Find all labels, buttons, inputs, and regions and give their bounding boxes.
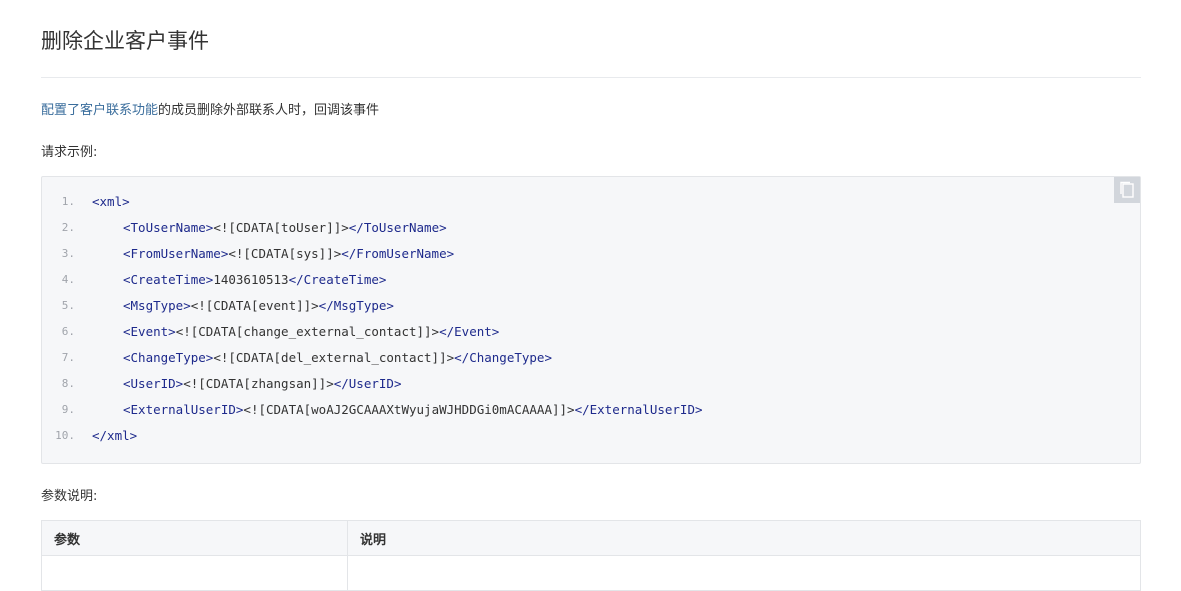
xml-close-tag: </MsgType>	[318, 298, 394, 313]
code-line: 7. <ChangeType><![CDATA[del_external_cont…	[42, 345, 1140, 371]
line-number: 4.	[61, 273, 75, 286]
code-lines: 1. <xml> 2. <ToUserName><![CDATA[toUser]]><…	[42, 189, 1140, 449]
xml-open-tag: <xml>	[92, 194, 130, 209]
xml-close-tag: </ChangeType>	[454, 350, 552, 365]
code-block: 1. <xml> 2. <ToUserName><![CDATA[toUser]]><…	[41, 176, 1141, 464]
xml-value: <![CDATA[toUser]]>	[213, 220, 349, 235]
line-number: 10.	[55, 429, 75, 442]
code-text: <Event><![CDATA[change_external_contact]…	[123, 319, 499, 345]
xml-open-tag: <Event>	[123, 324, 176, 339]
xml-value: <![CDATA[event]]>	[190, 298, 319, 313]
xml-close-tag: </CreateTime>	[288, 272, 387, 287]
code-text: <UserID><![CDATA[zhangsan]]></UserID>	[123, 371, 401, 397]
xml-close-tag: </UserID>	[333, 376, 402, 391]
xml-open-tag: </xml>	[92, 428, 138, 443]
params-label: 参数说明:	[41, 489, 98, 504]
code-text: <MsgType><![CDATA[event]]></MsgType>	[123, 293, 394, 319]
line-number: 1.	[61, 195, 75, 208]
table-cell	[41, 555, 348, 591]
code-line: 4. <CreateTime>1403610513</CreateTime>	[42, 267, 1140, 293]
xml-open-tag: <ChangeType>	[123, 350, 214, 365]
line-number: 2.	[61, 221, 75, 234]
code-line: 3. <FromUserName><![CDATA[sys]]></FromUse…	[42, 241, 1140, 267]
code-line: 8. <UserID><![CDATA[zhangsan]]></UserID>	[42, 371, 1140, 397]
code-line: 1. <xml>	[42, 189, 1140, 215]
table-header-row: 参数 说明	[41, 520, 1141, 556]
code-text: <ChangeType><![CDATA[del_external_contac…	[123, 345, 552, 371]
code-text: <ExternalUserID><![CDATA[woAJ2GCAAAXtWyu…	[123, 397, 703, 423]
line-number: 3.	[61, 247, 75, 260]
table-cell	[347, 555, 1141, 591]
line-number: 7.	[61, 351, 75, 364]
table-row	[41, 555, 1141, 591]
xml-open-tag: <UserID>	[123, 376, 184, 391]
xml-close-tag: </ToUserName>	[348, 220, 447, 235]
title-divider	[41, 77, 1141, 78]
xml-value: <![CDATA[zhangsan]]>	[183, 376, 334, 391]
xml-close-tag: </FromUserName>	[341, 246, 455, 261]
code-text: <CreateTime>1403610513</CreateTime>	[123, 267, 386, 293]
xml-value: <![CDATA[del_external_contact]]>	[213, 350, 455, 365]
params-table: 参数 说明	[41, 520, 1141, 591]
xml-value: 1403610513	[213, 272, 289, 287]
xml-value: <![CDATA[sys]]>	[228, 246, 342, 261]
code-line: 6. <Event><![CDATA[change_external_contac…	[42, 319, 1140, 345]
xml-open-tag: <ToUserName>	[123, 220, 214, 235]
code-text: <ToUserName><![CDATA[toUser]]></ToUserNa…	[123, 215, 447, 241]
xml-open-tag: <MsgType>	[123, 298, 191, 313]
customer-contact-link[interactable]: 配置了客户联系功能	[41, 103, 158, 118]
code-line: 5. <MsgType><![CDATA[event]]></MsgType>	[42, 293, 1140, 319]
code-line: 10. </xml>	[42, 423, 1140, 449]
line-number: 9.	[61, 403, 75, 416]
line-number: 8.	[61, 377, 75, 390]
code-text: <xml>	[92, 189, 130, 215]
xml-close-tag: </Event>	[439, 324, 500, 339]
code-line: 2. <ToUserName><![CDATA[toUser]]></ToUser…	[42, 215, 1140, 241]
line-number: 5.	[61, 299, 75, 312]
table-header-param: 参数	[41, 520, 348, 556]
code-text: <FromUserName><![CDATA[sys]]></FromUserN…	[123, 241, 454, 267]
page-title: 删除企业客户事件	[41, 29, 209, 53]
line-number: 6.	[61, 325, 75, 338]
table-header-description: 说明	[347, 520, 1141, 556]
xml-value: <![CDATA[woAJ2GCAAAXtWyujaWJHDDGi0mACAAA…	[243, 402, 575, 417]
description-text: 的成员删除外部联系人时，回调该事件	[158, 103, 380, 118]
event-description: 配置了客户联系功能的成员删除外部联系人时，回调该事件	[41, 101, 379, 121]
code-line: 9. <ExternalUserID><![CDATA[woAJ2GCAAAXtW…	[42, 397, 1140, 423]
xml-open-tag: <CreateTime>	[123, 272, 214, 287]
xml-close-tag: </ExternalUserID>	[574, 402, 703, 417]
xml-open-tag: <FromUserName>	[123, 246, 229, 261]
code-text: </xml>	[92, 423, 137, 449]
request-example-label: 请求示例:	[41, 145, 98, 160]
xml-open-tag: <ExternalUserID>	[123, 402, 244, 417]
xml-value: <![CDATA[change_external_contact]]>	[175, 324, 440, 339]
